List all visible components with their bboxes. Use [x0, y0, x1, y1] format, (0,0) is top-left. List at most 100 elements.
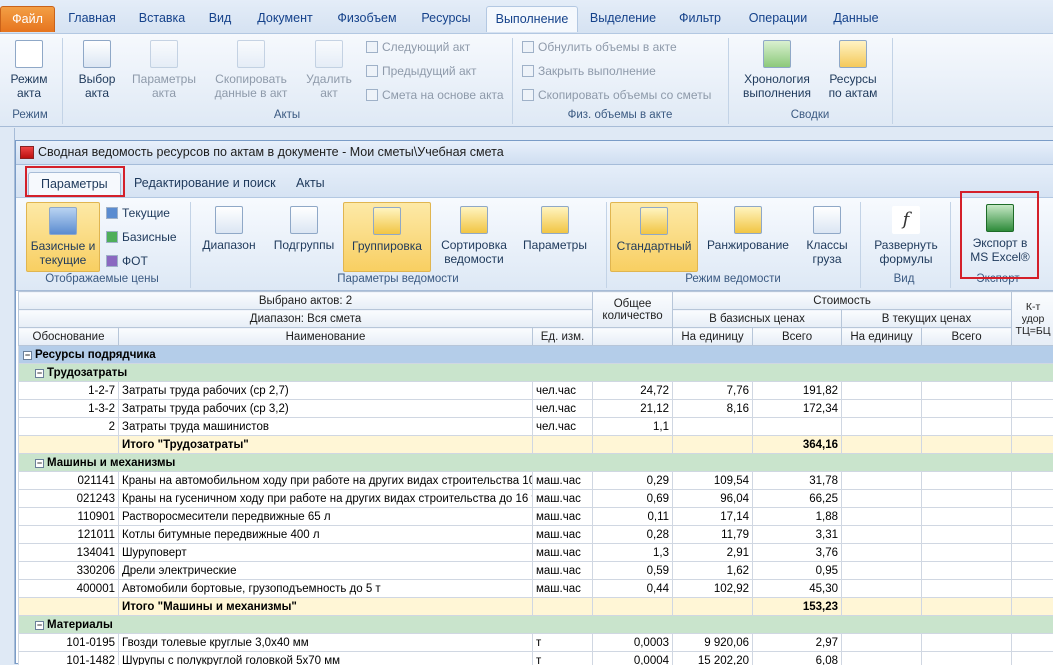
group-title: Ресурсы подрядчика [35, 349, 156, 361]
estimate-from-act-button[interactable]: Смета на основе акта [366, 88, 504, 102]
tab-document[interactable]: Документ [250, 6, 320, 32]
copy-volumes-button[interactable]: Скопировать объемы со сметы [522, 88, 711, 102]
act-params-button[interactable]: Параметры акта [128, 40, 200, 100]
range-button[interactable]: Диапазон [198, 206, 260, 252]
header-name[interactable]: Наименование [119, 328, 533, 346]
grouping-icon [373, 207, 401, 235]
header-kt: К-т удор ТЦ=БЦ [1012, 292, 1053, 346]
cell-qty: 0,69 [593, 490, 673, 508]
tab-acts[interactable]: Акты [296, 172, 325, 197]
table-row[interactable]: 1-2-7Затраты труда рабочих (ср 2,7)чел.ч… [19, 382, 1053, 400]
chronology-button[interactable]: Хронология выполнения [738, 40, 816, 100]
tab-view[interactable]: Вид [200, 6, 240, 32]
tab-insert[interactable]: Вставка [132, 6, 192, 32]
close-execution-button[interactable]: Закрыть выполнение [522, 64, 656, 78]
cargo-classes-button[interactable]: Классы груза [798, 206, 856, 266]
sorting-button[interactable]: Сортировка ведомости [436, 206, 512, 266]
table-row[interactable]: 134041Шуруповертмаш.час1,32,913,76 [19, 544, 1053, 562]
table-row[interactable]: 330206Дрели электрическиемаш.час0,591,62… [19, 562, 1053, 580]
group-contractor-resources[interactable]: −Ресурсы подрядчика [19, 346, 1053, 364]
cell-qty: 0,11 [593, 508, 673, 526]
header-unit[interactable]: Ед. изм. [533, 328, 593, 346]
subgroups-button[interactable]: Подгруппы [268, 206, 340, 252]
tab-home[interactable]: Главная [62, 6, 122, 32]
tab-resources[interactable]: Ресурсы [414, 6, 478, 32]
highlight-export-button [960, 191, 1039, 279]
current-prices-option[interactable]: Текущие [106, 206, 170, 220]
fot-option[interactable]: ФОТ [106, 254, 148, 268]
table-row[interactable]: 121011Котлы битумные передвижные 400 лма… [19, 526, 1053, 544]
cell-current-unit [842, 382, 922, 400]
cell-current-unit [842, 652, 922, 665]
act-mode-button[interactable]: Режим акта [4, 40, 54, 100]
choose-act-button[interactable]: Выбор акта [74, 40, 120, 100]
cell-kt [1012, 634, 1053, 652]
cell-base-total: 6,08 [753, 652, 842, 665]
cell-base-unit: 96,04 [673, 490, 753, 508]
header-base-unit[interactable]: На единицу [673, 328, 753, 346]
cell-base-unit: 7,76 [673, 382, 753, 400]
group-label-view: Вид [862, 273, 946, 285]
collapse-icon[interactable]: − [35, 369, 44, 378]
group-materials[interactable]: −Материалы [19, 616, 1053, 634]
table-row[interactable]: 400001Автомобили бортовые, грузоподъемно… [19, 580, 1053, 598]
reset-volumes-button[interactable]: Обнулить объемы в акте [522, 40, 677, 54]
base-prices-option[interactable]: Базисные [106, 230, 177, 244]
copy-data-button[interactable]: Скопировать данные в акт [206, 40, 296, 100]
cell-qty: 0,0004 [593, 652, 673, 665]
ribbon-panel: Режим акта Режим Выбор акта Параметры ак… [0, 33, 1053, 127]
expand-formulas-button[interactable]: f Развернуть формулы [868, 206, 944, 266]
cell-base-unit: 109,54 [673, 472, 753, 490]
table-row[interactable]: 1-3-2Затраты труда рабочих (ср 3,2)чел.ч… [19, 400, 1053, 418]
ranking-button[interactable]: Ранжирование [704, 206, 792, 252]
standard-icon [640, 207, 668, 235]
cell-unit: маш.час [533, 544, 593, 562]
table-row[interactable]: 021141Краны на автомобильном ходу при ра… [19, 472, 1053, 490]
table-row[interactable]: 2Затраты труда машинистовчел.час1,1 [19, 418, 1053, 436]
cell-kt [1012, 526, 1053, 544]
params-button[interactable]: Параметры [518, 206, 592, 252]
collapse-icon[interactable]: − [35, 621, 44, 630]
cell-current-total [922, 562, 1012, 580]
tab-operations[interactable]: Операции [740, 6, 816, 32]
header-basis[interactable]: Обоснование [19, 328, 119, 346]
delete-icon [315, 40, 343, 68]
cell-kt [1012, 544, 1053, 562]
cell-basis: 101-0195 [19, 634, 119, 652]
cell-name: Шуруповерт [119, 544, 533, 562]
tab-execution[interactable]: Выполнение [486, 6, 578, 32]
base-and-current-button[interactable]: Базисные и текущие [26, 202, 100, 272]
grouping-button[interactable]: Группировка [343, 202, 431, 272]
group-labor[interactable]: −Трудозатраты [19, 364, 1053, 382]
collapse-icon[interactable]: − [23, 351, 32, 360]
prev-act-button[interactable]: Предыдущий акт [366, 64, 477, 78]
tab-edit-search[interactable]: Редактирование и поиск [134, 172, 276, 197]
header-base-total[interactable]: Всего [753, 328, 842, 346]
total-cell [1012, 436, 1053, 454]
tab-file[interactable]: Файл [0, 6, 55, 32]
tab-data[interactable]: Данные [826, 6, 886, 32]
delete-act-button[interactable]: Удалить акт [302, 40, 356, 100]
table-row[interactable]: 021243Краны на гусеничном ходу при работ… [19, 490, 1053, 508]
table-row[interactable]: 110901Растворосмесители передвижные 65 л… [19, 508, 1053, 526]
arrow-right-icon [366, 41, 378, 53]
purple-square-icon [106, 255, 118, 267]
next-act-button[interactable]: Следующий акт [366, 40, 470, 54]
group-machines[interactable]: −Машины и механизмы [19, 454, 1053, 472]
resources-by-acts-button[interactable]: Ресурсы по актам [824, 40, 882, 100]
cell-basis: 2 [19, 418, 119, 436]
table-row[interactable]: 101-1482Шурупы с полукруглой головкой 5х… [19, 652, 1053, 665]
tab-physvolume[interactable]: Физобъем [332, 6, 402, 32]
separator [190, 202, 191, 288]
collapse-icon[interactable]: − [35, 459, 44, 468]
header-current-unit[interactable]: На единицу [842, 328, 922, 346]
standard-mode-button[interactable]: Стандартный [610, 202, 698, 272]
cell-base-total: 3,76 [753, 544, 842, 562]
header-current-total[interactable]: Всего [922, 328, 1012, 346]
cell-current-unit [842, 490, 922, 508]
tab-selection[interactable]: Выделение [586, 6, 660, 32]
cell-current-total [922, 544, 1012, 562]
tab-filter[interactable]: Фильтр [672, 6, 728, 32]
table-row[interactable]: 101-0195Гвозди толевые круглые 3,0х40 мм… [19, 634, 1053, 652]
total-cell [673, 436, 753, 454]
